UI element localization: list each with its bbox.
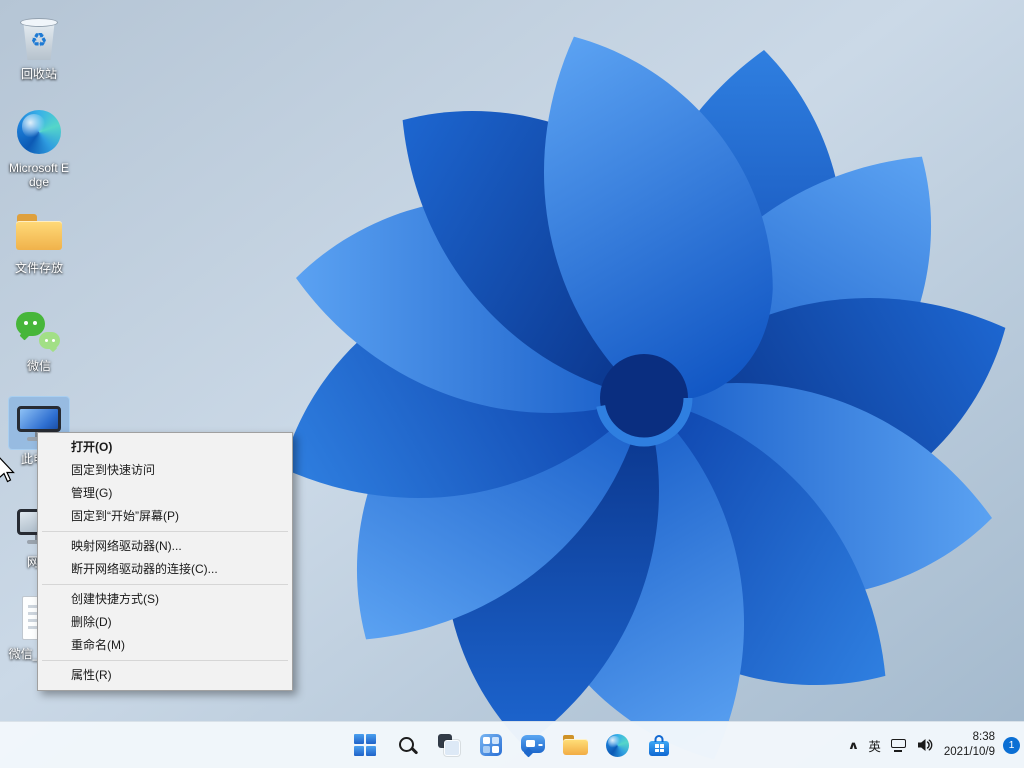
ime-label: 英 — [868, 736, 881, 755]
edge-icon — [9, 106, 69, 158]
windows-logo-icon — [354, 734, 376, 756]
menu-separator — [42, 584, 288, 585]
store-icon — [649, 741, 669, 756]
menu-item-map-network-drive[interactable]: 映射网络驱动器(N)... — [40, 535, 290, 558]
menu-item-pin-quick-access[interactable]: 固定到快速访问 — [40, 459, 290, 482]
search-button[interactable] — [386, 725, 428, 765]
edge-button[interactable] — [596, 725, 638, 765]
notification-badge[interactable]: 1 — [1003, 737, 1020, 754]
desktop-icon-wechat[interactable]: 微信 — [2, 304, 76, 373]
recycle-bin-icon: ♻ — [9, 12, 69, 64]
menu-item-manage[interactable]: 管理(G) — [40, 482, 290, 505]
desktop-icon-recycle-bin[interactable]: ♻ 回收站 — [2, 12, 76, 81]
widgets-button[interactable] — [470, 725, 512, 765]
desktop-icon-file-folder[interactable]: 文件存放 — [2, 206, 76, 275]
desktop-icon-edge[interactable]: Microsoft Edge — [2, 106, 76, 190]
wechat-icon — [9, 304, 69, 356]
date-label: 2021/10/9 — [944, 745, 995, 760]
volume-button[interactable] — [911, 726, 938, 764]
time-label: 8:38 — [973, 730, 995, 745]
notification-count: 1 — [1009, 739, 1015, 751]
folder-icon — [9, 206, 69, 258]
desktop-icon-label: 回收站 — [21, 67, 57, 81]
search-icon — [398, 736, 417, 755]
taskbar-center-group — [344, 723, 680, 767]
chevron-up-icon: ∧ — [848, 739, 860, 752]
desktop-icon-label: 文件存放 — [15, 261, 63, 275]
system-tray: ∧ 英 8:38 2021/10/9 1 — [844, 723, 1020, 767]
menu-item-open[interactable]: 打开(O) — [40, 436, 290, 459]
ime-language-button[interactable]: 英 — [863, 726, 886, 764]
clock[interactable]: 8:38 2021/10/9 — [938, 730, 1001, 760]
hidden-icons-button[interactable]: ∧ — [844, 726, 863, 764]
menu-item-rename[interactable]: 重命名(M) — [40, 634, 290, 657]
speaker-icon — [916, 737, 933, 753]
menu-separator — [42, 531, 288, 532]
task-view-button[interactable] — [428, 725, 470, 765]
menu-item-disconnect-network-drive[interactable]: 断开网络驱动器的连接(C)... — [40, 558, 290, 581]
start-button[interactable] — [344, 725, 386, 765]
file-explorer-icon — [563, 735, 588, 755]
edge-icon — [606, 734, 629, 757]
network-tray-icon — [891, 739, 906, 752]
store-button[interactable] — [638, 725, 680, 765]
widgets-icon — [480, 734, 502, 756]
menu-item-delete[interactable]: 删除(D) — [40, 611, 290, 634]
file-explorer-button[interactable] — [554, 725, 596, 765]
menu-separator — [42, 660, 288, 661]
menu-item-pin-to-start[interactable]: 固定到“开始”屏幕(P) — [40, 505, 290, 528]
menu-item-create-shortcut[interactable]: 创建快捷方式(S) — [40, 588, 290, 611]
task-view-icon — [438, 734, 460, 756]
desktop-icon-label: Microsoft Edge — [7, 161, 71, 190]
recycle-symbol-icon: ♻ — [30, 31, 47, 50]
chat-icon — [521, 735, 545, 753]
mouse-cursor — [0, 456, 17, 484]
chat-button[interactable] — [512, 725, 554, 765]
desktop: ♻ 回收站 Microsoft Edge 文件存放 微信 此电脑 网络 微信_2… — [0, 0, 1024, 768]
context-menu: 打开(O) 固定到快速访问 管理(G) 固定到“开始”屏幕(P) 映射网络驱动器… — [37, 432, 293, 691]
menu-item-properties[interactable]: 属性(R) — [40, 664, 290, 687]
network-button[interactable] — [886, 726, 911, 764]
taskbar: ∧ 英 8:38 2021/10/9 1 — [0, 721, 1024, 768]
desktop-icon-label: 微信 — [27, 359, 51, 373]
